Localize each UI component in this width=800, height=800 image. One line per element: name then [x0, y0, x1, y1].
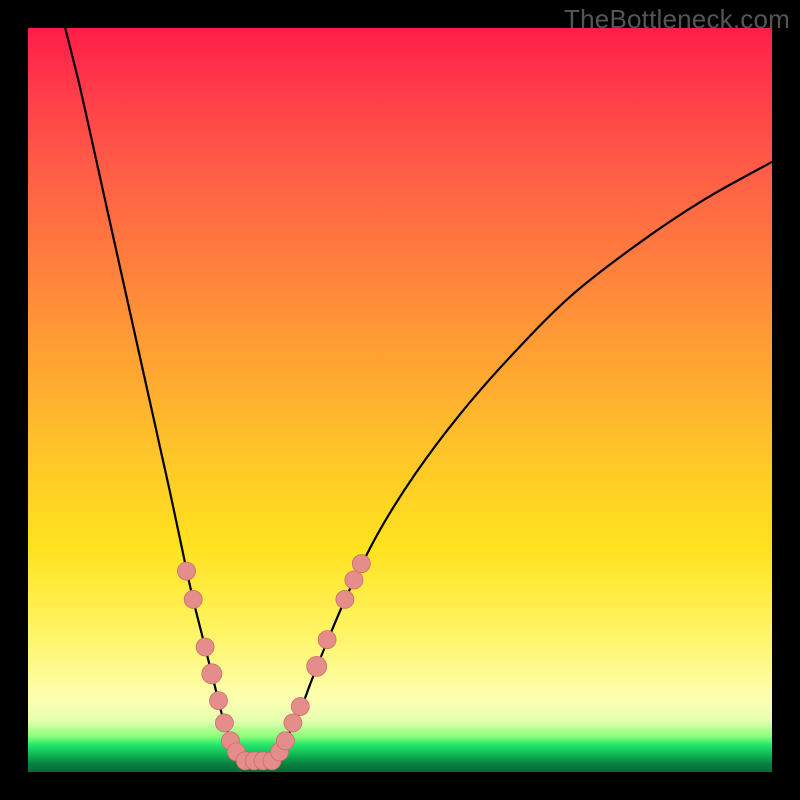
bead-marker — [215, 714, 233, 732]
bead-marker — [202, 664, 222, 684]
chart-overlay-svg — [28, 28, 772, 772]
bead-marker — [336, 590, 354, 608]
bead-marker — [318, 631, 336, 649]
bead-marker — [291, 698, 309, 716]
bead-marker — [178, 562, 196, 580]
bead-marker — [276, 732, 294, 750]
bead-markers — [178, 555, 371, 770]
bead-marker — [307, 656, 327, 676]
chart-plot-area — [28, 28, 772, 772]
bead-marker — [210, 692, 228, 710]
curve-left-arm — [65, 28, 242, 761]
bead-marker — [184, 590, 202, 608]
chart-frame: TheBottleneck.com — [0, 0, 800, 800]
bead-marker — [352, 555, 370, 573]
bead-marker — [284, 714, 302, 732]
watermark-text: TheBottleneck.com — [564, 4, 790, 35]
bead-marker — [196, 638, 214, 656]
bead-marker — [345, 571, 363, 589]
curve-right-arm — [275, 162, 772, 761]
